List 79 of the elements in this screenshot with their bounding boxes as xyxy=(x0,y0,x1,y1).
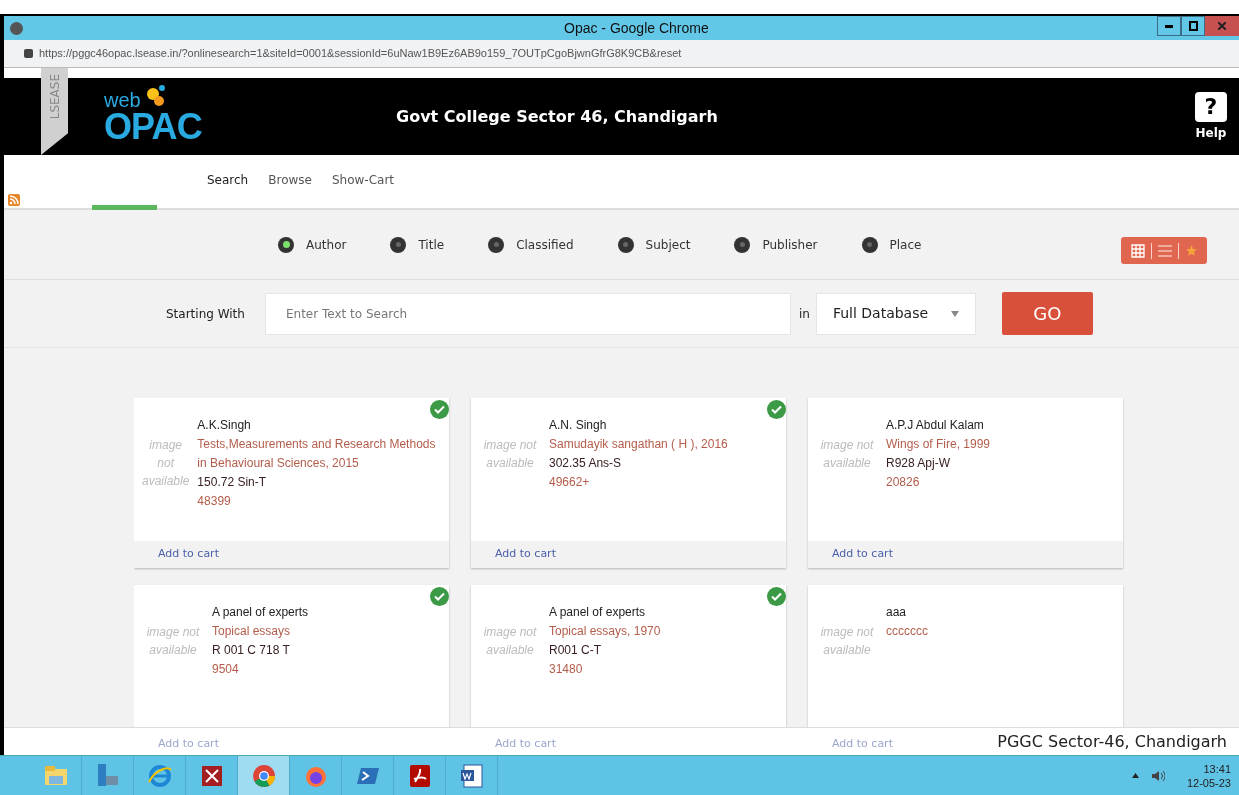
add-to-cart-link[interactable]: Add to cart xyxy=(495,546,556,563)
book-author: A panel of experts xyxy=(549,604,647,621)
help-icon: ? xyxy=(1195,91,1227,122)
grid-icon[interactable] xyxy=(1130,243,1145,258)
book-author: aaa xyxy=(886,604,908,621)
no-image-text: image not available xyxy=(482,624,538,659)
nav-tab[interactable]: Browse xyxy=(262,171,318,189)
accession-number: 49662+ xyxy=(549,474,591,491)
restore-button[interactable] xyxy=(1181,16,1205,36)
minimize-button[interactable] xyxy=(1157,16,1181,36)
call-number: 150.72 Sin-T xyxy=(197,474,268,491)
book-title[interactable]: Topical essays xyxy=(212,622,309,641)
accession-number: 31480 xyxy=(549,661,584,678)
accession-number: 20826 xyxy=(886,474,921,491)
no-image-text: image not available xyxy=(145,624,201,659)
logo-opac: OPAC xyxy=(104,109,202,144)
speaker-icon[interactable] xyxy=(1150,768,1165,783)
call-number: R 001 C 718 T xyxy=(212,642,291,659)
call-number: R001 C-T xyxy=(549,642,602,659)
go-button[interactable]: GO xyxy=(1001,292,1093,335)
radio-button[interactable] xyxy=(734,236,751,253)
lock-icon xyxy=(24,49,33,58)
radio-option[interactable]: Title xyxy=(390,235,445,254)
help-label: Help xyxy=(1195,124,1227,142)
nav-tab[interactable]: Show-Cart xyxy=(325,171,401,189)
star-icon[interactable] xyxy=(1184,244,1198,257)
book-author: A.P.J Abdul Kalam xyxy=(886,417,985,434)
radio-button[interactable] xyxy=(617,236,634,253)
call-number: 302.35 Ans-S xyxy=(549,455,623,472)
nav-tab[interactable]: Search xyxy=(201,171,255,189)
book-title[interactable]: Topical essays, 1970 xyxy=(549,622,661,641)
book-title[interactable]: Samudayik sangathan ( H ), 2016 xyxy=(549,435,728,454)
radio-option[interactable]: Classified xyxy=(488,235,574,254)
close-icon xyxy=(1218,22,1226,30)
no-image-text: image not available xyxy=(819,437,875,472)
no-image-text: image not available xyxy=(142,437,190,490)
close-button[interactable] xyxy=(1205,16,1239,36)
accession-number: 48399 xyxy=(197,493,232,510)
add-to-cart-link[interactable]: Add to cart xyxy=(158,546,219,563)
radio-option[interactable]: Author xyxy=(278,235,347,254)
book-title[interactable]: ccccccc xyxy=(886,622,928,641)
radio-option[interactable]: Place xyxy=(861,235,922,254)
book-author: A.N. Singh xyxy=(549,417,608,434)
book-author: A.K.Singh xyxy=(197,417,252,434)
rss-icon[interactable] xyxy=(8,194,20,206)
add-to-cart-link[interactable]: Add to cart xyxy=(832,546,893,563)
book-title[interactable]: Tests,Measurements and Research Methods in Behavioural Sciences, 2015 xyxy=(197,435,445,473)
radio-option[interactable]: Subject xyxy=(617,235,691,254)
ribbon-text: LSEASE xyxy=(46,74,63,120)
no-image-text: image not available xyxy=(482,437,538,472)
minimize-icon xyxy=(1165,24,1173,28)
active-tab-indicator xyxy=(92,205,157,210)
help-button[interactable]: ? Help xyxy=(1195,78,1227,155)
radio-button[interactable] xyxy=(278,236,294,253)
college-name: Govt College Sector 46, Chandigarh xyxy=(396,106,718,128)
book-author: A panel of experts xyxy=(212,604,309,621)
caret-icon xyxy=(950,310,959,317)
clock-time: 13:41 xyxy=(1203,761,1231,776)
radio-button[interactable] xyxy=(488,236,505,253)
window-title: Opac - Google Chrome xyxy=(564,18,709,38)
starting-with-label: Starting With xyxy=(166,305,245,323)
no-image-text: image not available xyxy=(819,624,875,659)
in-label: in xyxy=(798,305,810,323)
radio-option[interactable]: Publisher xyxy=(734,235,818,254)
call-number: R928 Apj-W xyxy=(886,455,952,472)
search-field[interactable]: Enter Text to Search xyxy=(264,292,791,335)
scope-dropdown[interactable]: Full Database xyxy=(815,292,976,335)
logo-web: web xyxy=(104,89,141,110)
footer-text: PGGC Sector-46, Chandigarh xyxy=(997,730,1227,753)
radio-button[interactable] xyxy=(390,236,407,253)
clock-date: 12-05-23 xyxy=(1186,775,1231,790)
restore-icon xyxy=(1188,21,1198,31)
accession-number: 9504 xyxy=(212,661,240,678)
view-toggle[interactable] xyxy=(1121,237,1207,264)
dots-icon xyxy=(144,83,167,108)
radio-button[interactable] xyxy=(861,236,878,253)
chevron-up-icon[interactable] xyxy=(1131,773,1139,778)
taskbar-button[interactable] xyxy=(238,756,290,795)
book-title[interactable]: Wings of Fire, 1999 xyxy=(886,435,991,454)
